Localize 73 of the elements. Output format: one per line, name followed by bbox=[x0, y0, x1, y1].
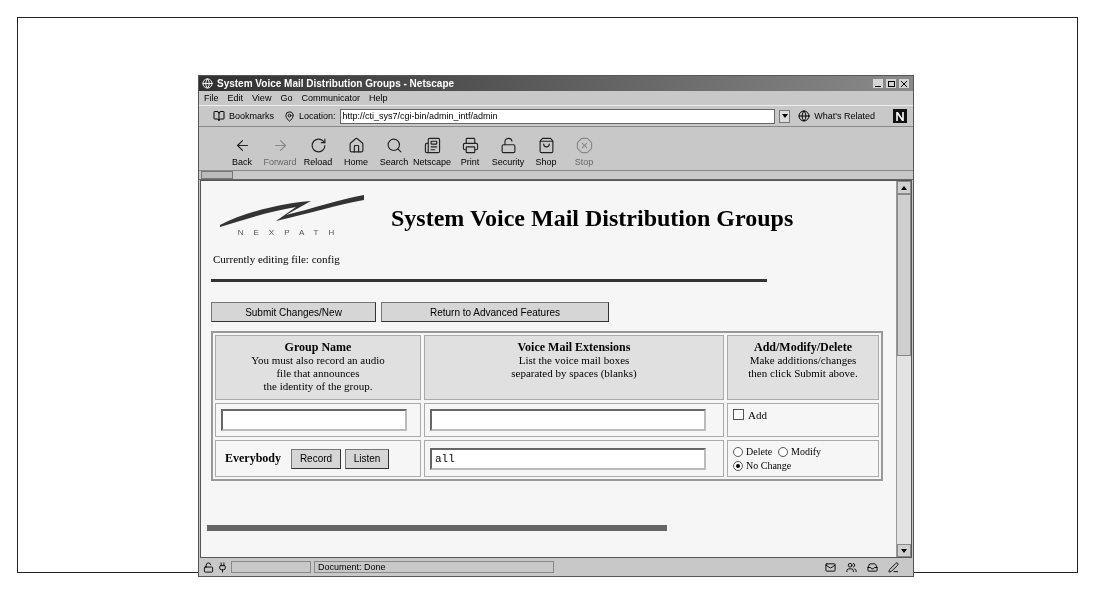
toolbar-button[interactable]: Reload bbox=[299, 137, 337, 167]
down-triangle-icon bbox=[901, 548, 907, 553]
extensions-field[interactable]: all bbox=[430, 447, 706, 470]
editing-note: Currently editing file: config bbox=[213, 253, 341, 265]
printer-icon bbox=[461, 137, 479, 154]
caret-icon bbox=[781, 114, 788, 118]
radio-label: Modify bbox=[791, 446, 822, 457]
return-button[interactable]: Return to Advanced Features bbox=[381, 302, 609, 322]
scroll-thumb[interactable] bbox=[897, 194, 911, 356]
location-label: Location: bbox=[299, 111, 336, 121]
group-name-field[interactable] bbox=[221, 409, 407, 431]
status-field: Document: Done bbox=[314, 561, 554, 573]
stop-icon bbox=[575, 137, 593, 154]
maximize-button[interactable] bbox=[885, 78, 897, 89]
padlock-icon bbox=[499, 137, 517, 154]
minimize-button[interactable] bbox=[872, 78, 884, 89]
bookmarks-button[interactable]: Bookmarks bbox=[229, 111, 274, 121]
window-title: System Voice Mail Distribution Groups - Netscape bbox=[217, 78, 455, 89]
radio-button[interactable] bbox=[778, 446, 789, 457]
toolbar-button[interactable]: Print bbox=[451, 137, 489, 167]
pen-icon[interactable] bbox=[888, 561, 899, 573]
plug-icon bbox=[217, 561, 228, 573]
close-button[interactable] bbox=[898, 78, 910, 89]
url-field[interactable]: http://cti_sys7/cgi-bin/admin_intf/admin bbox=[339, 108, 776, 124]
scroll-down-button[interactable] bbox=[897, 544, 911, 557]
maximize-icon bbox=[887, 80, 895, 87]
add-label: Add bbox=[748, 409, 767, 421]
close-icon bbox=[901, 80, 907, 87]
toolbar-button[interactable]: Netscape bbox=[413, 137, 451, 167]
radio-label: Delete bbox=[746, 446, 773, 457]
search-icon bbox=[385, 137, 403, 154]
menu-item[interactable]: View bbox=[252, 93, 272, 103]
submit-button[interactable]: Submit Changes/New bbox=[211, 302, 376, 322]
menu-item[interactable]: Help bbox=[368, 93, 388, 103]
extensions-field[interactable] bbox=[430, 409, 706, 431]
whats-related-button[interactable]: What's Related bbox=[814, 111, 875, 121]
logo-icon bbox=[893, 109, 907, 123]
padlock-icon bbox=[203, 561, 214, 573]
header-cell: Voice Mail Extensions List the voice mail boxes separated by spaces (blanks) bbox=[424, 335, 724, 400]
globe-icon bbox=[202, 78, 213, 89]
home-icon bbox=[347, 137, 365, 154]
menu-item[interactable]: Edit bbox=[227, 93, 244, 103]
inbox-icon[interactable] bbox=[867, 561, 878, 573]
page-heading: System Voice Mail Distribution Groups bbox=[391, 205, 794, 232]
add-checkbox[interactable] bbox=[733, 409, 744, 420]
toolbar-button[interactable]: Back bbox=[223, 137, 261, 167]
newspaper-icon bbox=[423, 137, 441, 154]
record-button[interactable]: Record bbox=[291, 448, 341, 469]
globe-icon[interactable] bbox=[798, 110, 811, 122]
header-cell: Add/Modify/Delete Make additions/changes then click Submit above. bbox=[727, 335, 879, 400]
dropdown-button[interactable] bbox=[779, 109, 791, 123]
header-cell: Group Name You must also record an audio file that announces the identity of the group. bbox=[215, 335, 421, 400]
up-triangle-icon bbox=[901, 185, 907, 190]
toolbar-button[interactable]: Security bbox=[489, 137, 527, 167]
toolbar-button[interactable]: Shop bbox=[527, 137, 565, 167]
people-icon[interactable] bbox=[846, 561, 857, 573]
toolbar-button[interactable]: Search bbox=[375, 137, 413, 167]
menu-item[interactable]: Go bbox=[280, 93, 293, 103]
shopping-bag-icon bbox=[537, 137, 555, 154]
toolbar-button[interactable]: Home bbox=[337, 137, 375, 167]
pin-icon bbox=[284, 110, 295, 122]
logo-text: NEXPATH bbox=[237, 228, 345, 237]
scroll-up-button[interactable] bbox=[897, 181, 911, 194]
radio-button[interactable] bbox=[733, 446, 743, 457]
group-name: Everybody bbox=[225, 451, 281, 466]
menu-item[interactable]: File bbox=[204, 93, 219, 103]
listen-button[interactable]: Listen bbox=[345, 448, 389, 469]
mail-icon[interactable] bbox=[825, 561, 836, 573]
radio-button[interactable] bbox=[733, 460, 743, 471]
reload-icon bbox=[309, 137, 327, 154]
book-icon[interactable] bbox=[213, 110, 225, 122]
menu-item[interactable]: Communicator bbox=[301, 93, 360, 103]
radio-label: No Change bbox=[746, 460, 792, 471]
